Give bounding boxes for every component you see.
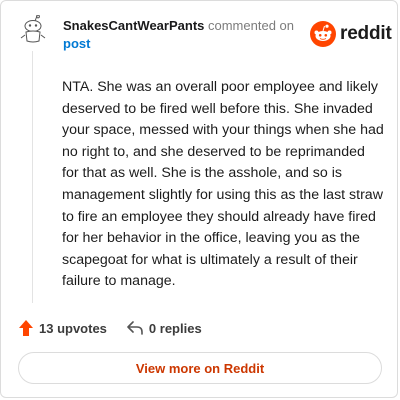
- comment-header: SnakesCantWearPants commented on post: [63, 17, 303, 53]
- commented-on-text: commented on: [208, 18, 294, 33]
- comment-body: NTA. She was an overall poor employee an…: [62, 79, 384, 290]
- upvote-button[interactable]: 13 upvotes: [19, 320, 107, 336]
- post-link[interactable]: post: [63, 36, 90, 51]
- reply-button[interactable]: 0 replies: [127, 321, 202, 336]
- comment-embed-card: SnakesCantWearPants commented on post re…: [0, 0, 398, 398]
- thread-line: [32, 51, 33, 303]
- upvote-count: 13 upvotes: [39, 320, 107, 336]
- snoo-avatar-icon[interactable]: [19, 15, 47, 45]
- reddit-wordmark: reddit: [340, 23, 392, 44]
- reddit-snoo-icon: [310, 21, 336, 47]
- reddit-logo[interactable]: reddit: [310, 19, 392, 49]
- username-link[interactable]: SnakesCantWearPants: [63, 18, 204, 33]
- reply-count: 0 replies: [148, 320, 202, 336]
- reply-arrow-icon: [127, 321, 143, 335]
- view-more-button[interactable]: View more on Reddit: [18, 352, 382, 384]
- upvote-arrow-icon: [19, 320, 33, 336]
- comment-actions: 13 upvotes 0 replies: [19, 318, 202, 338]
